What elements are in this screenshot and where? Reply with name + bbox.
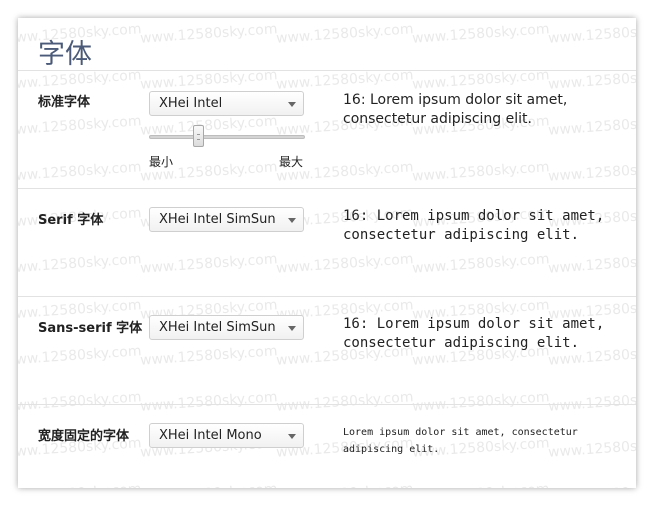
standard-font-section: 标准字体 XHei Intel 最小 最大 16: Lorem ipsum do… — [18, 70, 636, 189]
font-size-slider-track[interactable] — [149, 135, 305, 139]
sans-serif-font-label: Sans-serif 字体 — [38, 321, 143, 336]
chevron-down-icon — [288, 102, 296, 107]
serif-font-section: Serif 字体 XHei Intel SimSun 16: Lorem ips… — [18, 188, 636, 297]
font-size-min-label: 最小 — [149, 155, 174, 169]
chevron-down-icon — [288, 326, 296, 331]
chevron-down-icon — [288, 218, 296, 223]
sans-serif-font-preview: 16: Lorem ipsum dolor sit amet, consecte… — [343, 316, 605, 351]
font-size-slider-thumb[interactable] — [192, 125, 204, 147]
sans-serif-font-section: Sans-serif 字体 XHei Intel SimSun 16: Lore… — [18, 296, 636, 405]
sans-serif-font-value: XHei Intel SimSun — [159, 320, 276, 335]
watermark-text: www.12580sky.com — [139, 21, 278, 47]
font-settings-panel: www.12580sky.com www.12580sky.com www.1258… — [18, 18, 636, 488]
fixed-width-font-section: 宽度固定的字体 XHei Intel Mono Lorem ipsum dolo… — [18, 404, 636, 488]
watermark-text: www.12580sky.com — [275, 21, 414, 47]
standard-font-label: 标准字体 — [38, 95, 91, 110]
fixed-width-font-label: 宽度固定的字体 — [38, 429, 130, 444]
watermark-text: www.12580sky.com — [547, 21, 636, 47]
fixed-width-font-select[interactable]: XHei Intel Mono — [149, 423, 304, 448]
page-title: 字体 — [38, 39, 92, 70]
fixed-width-font-value: XHei Intel Mono — [159, 428, 262, 443]
font-size-max-label: 最大 — [279, 155, 304, 169]
serif-font-select[interactable]: XHei Intel SimSun — [149, 207, 304, 232]
serif-font-value: XHei Intel SimSun — [159, 212, 276, 227]
standard-font-select[interactable]: XHei Intel — [149, 91, 304, 116]
fixed-width-font-preview: Lorem ipsum dolor sit amet, consectetur … — [343, 427, 578, 455]
standard-font-preview: 16: Lorem ipsum dolor sit amet, consecte… — [343, 92, 568, 127]
standard-font-value: XHei Intel — [159, 96, 223, 111]
serif-font-label: Serif 字体 — [38, 213, 104, 228]
chevron-down-icon — [288, 434, 296, 439]
serif-font-preview: 16: Lorem ipsum dolor sit amet, consecte… — [343, 208, 605, 243]
watermark-text: www.12580sky.com — [411, 21, 550, 47]
sans-serif-font-select[interactable]: XHei Intel SimSun — [149, 315, 304, 340]
